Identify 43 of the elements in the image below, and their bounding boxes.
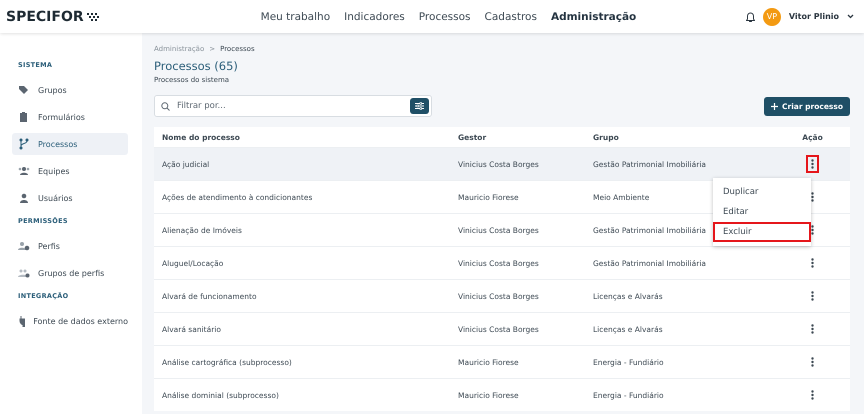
- plus-icon: [771, 102, 778, 110]
- kebab-icon: [811, 390, 814, 400]
- logo-text: SPECIFOR: [6, 8, 84, 24]
- kebab-icon: [811, 357, 814, 367]
- plug-icon: [18, 315, 26, 327]
- sidebar-item[interactable]: Equipes: [12, 160, 128, 182]
- chevron-down-icon[interactable]: [847, 14, 854, 19]
- user-icon: [18, 192, 30, 204]
- sidebar-item[interactable]: Fonte de dados externo: [12, 310, 128, 332]
- menu-item[interactable]: Excluir: [713, 222, 811, 242]
- kebab-icon: [811, 324, 814, 334]
- filter-icon: [415, 102, 424, 110]
- branch-icon: [18, 138, 30, 150]
- nav-tab[interactable]: Administração: [550, 10, 636, 22]
- more-options-button[interactable]: [806, 155, 819, 173]
- page-title: Processos (65): [154, 59, 239, 73]
- sidebar-item[interactable]: Formulários: [12, 106, 128, 128]
- clipboard-icon: [18, 111, 30, 123]
- usergear-icon: [18, 240, 30, 252]
- kebab-icon: [811, 258, 814, 268]
- teamgear-icon: [18, 267, 30, 279]
- search-field[interactable]: Filtrar por...: [154, 95, 432, 117]
- logo-icon: [86, 12, 101, 20]
- nav-tab[interactable]: Meu trabalho: [260, 10, 330, 22]
- kebab-icon: [811, 159, 814, 169]
- sidebar-item[interactable]: Perfis: [12, 235, 128, 257]
- search-input[interactable]: Filtrar por...: [175, 100, 405, 112]
- kebab-icon: [811, 291, 814, 301]
- nav-tab[interactable]: Cadastros: [484, 10, 537, 22]
- filter-button[interactable]: [410, 98, 429, 114]
- sidebar-item[interactable]: Grupos: [12, 79, 128, 101]
- sidebar-item[interactable]: Processos: [12, 133, 128, 155]
- sidebar-item[interactable]: Usuários: [12, 187, 128, 209]
- user-name[interactable]: Vitor Plinio: [788, 12, 839, 21]
- nav-tab[interactable]: Indicadores: [344, 10, 405, 22]
- nav-tab[interactable]: Processos: [418, 10, 471, 22]
- team-icon: [18, 165, 30, 177]
- kebab-icon: [811, 192, 814, 202]
- kebab-icon: [811, 225, 814, 235]
- sidebar-item[interactable]: Grupos de perfis: [12, 262, 128, 284]
- tag-icon: [18, 84, 30, 96]
- search-icon: [161, 102, 170, 110]
- bell-icon[interactable]: [746, 12, 755, 22]
